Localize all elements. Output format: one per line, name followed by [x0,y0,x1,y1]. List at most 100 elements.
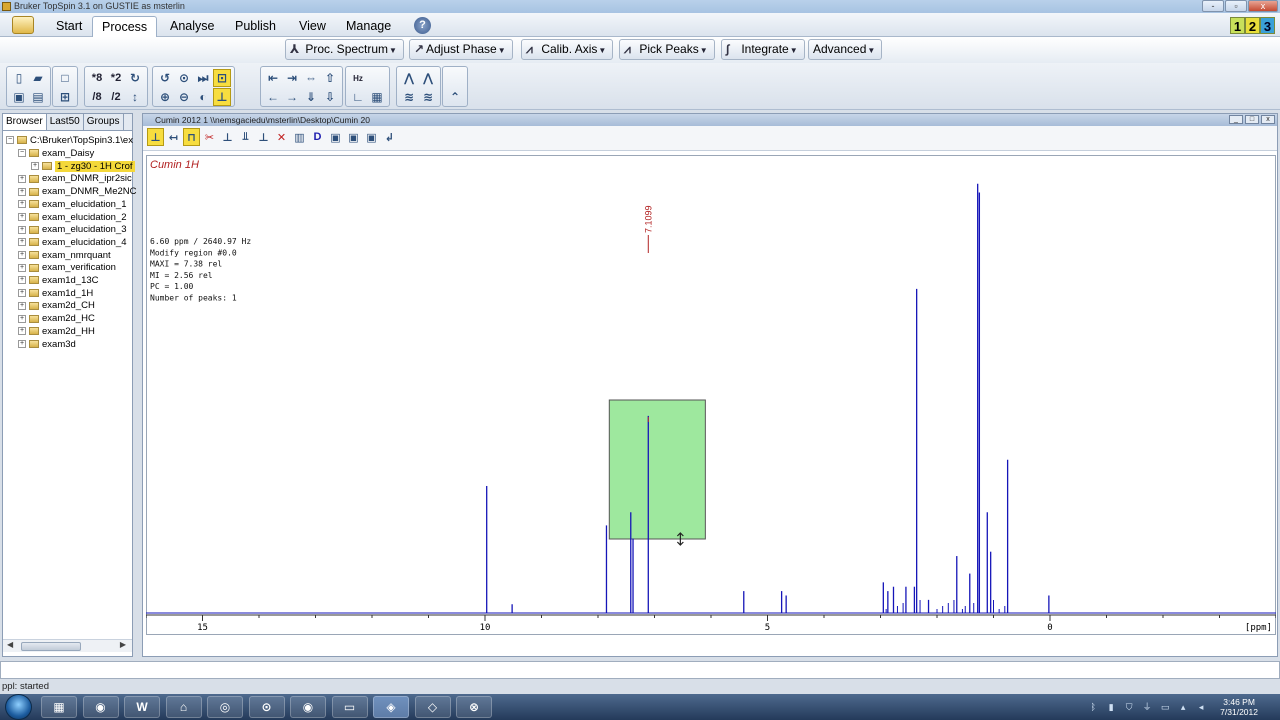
zoom-fit-icon[interactable]: ⊙ [175,69,193,87]
adjust-phase-button[interactable]: ↗ Adjust Phase▼ [409,39,513,60]
volume-icon[interactable]: ◂ [1196,702,1206,712]
return-icon[interactable]: ↤ [165,128,182,146]
taskbar-app-icon[interactable]: ⊙ [248,696,285,718]
shift-left-icon[interactable]: ← [264,88,282,106]
scale-up-2-button[interactable]: *2 [107,69,125,87]
open-folder-icon[interactable]: ▰ [29,69,47,87]
expand-icon[interactable]: + [18,212,26,221]
tree-item[interactable]: + exam_nmrquant [18,250,111,262]
tree-item[interactable]: + exam_elucidation_3 [18,224,127,236]
shift-right-far-icon[interactable]: ⇥ [283,69,301,87]
expand-icon[interactable]: + [18,174,26,183]
shift-center-icon[interactable]: ⇔ [302,69,320,87]
tree-item[interactable]: + exam_DNMR_ipr2sic [18,173,132,185]
menu-view[interactable]: View [299,17,326,35]
axis-icon[interactable]: ∟ [349,88,367,106]
shift-up-icon[interactable]: ⇧ [321,69,339,87]
topspin-menu-icon[interactable] [12,16,34,34]
tree-item-selected[interactable]: +1 - zg30 - 1H Crof [31,160,135,173]
expand-icon[interactable]: + [18,339,26,348]
save-icon[interactable]: ▣ [10,88,28,106]
tree-item[interactable]: + exam1d_13C [18,275,99,287]
shift-left-far-icon[interactable]: ⇤ [264,69,282,87]
clock[interactable]: 3:46 PM 7/31/2012 [1220,697,1258,717]
security-icon[interactable]: ⛉ [1124,702,1134,712]
tree-item[interactable]: + exam_elucidation_4 [18,237,127,249]
menu-analyse[interactable]: Analyse [170,17,214,35]
command-line-input[interactable] [0,661,1280,679]
zoom-previous-icon[interactable]: ◐ [194,88,212,106]
print-icon[interactable]: ▤ [29,88,47,106]
shift-baseline-icon[interactable]: ⇓ [302,88,320,106]
zoom-out-icon[interactable]: ⊖ [175,88,193,106]
usb-icon[interactable]: ⏚ [1142,702,1152,712]
bluetooth-icon[interactable]: ᛒ [1088,702,1098,712]
expand-icon[interactable]: + [18,263,26,272]
define-region-icon[interactable]: ⊥ [147,128,164,146]
overlay-icon[interactable]: ≋ [400,88,418,106]
display-peaks-icon[interactable]: D [309,128,326,146]
pick-peaks-icon[interactable]: ⫫ [237,128,254,146]
modify-region-icon[interactable]: ⊓ [183,128,200,146]
tree-item[interactable]: + exam2d_CH [18,300,95,312]
close-button[interactable]: x [1248,0,1278,12]
shift-down-icon[interactable]: ⇩ [321,88,339,106]
taskbar-app-icon[interactable]: ⌂ [165,696,202,718]
expand-icon[interactable]: + [18,276,26,285]
tree-item[interactable]: + exam2d_HC [18,313,95,325]
tree-item[interactable]: + exam_elucidation_1 [18,199,127,211]
axis-hz-ppm-button[interactable]: Hz [349,69,367,87]
expand-icon[interactable]: + [18,289,26,298]
taskbar-app-icon[interactable]: ◎ [207,696,243,718]
menu-manage[interactable]: Manage [346,17,391,35]
expand-icon[interactable]: + [18,327,26,336]
expand-icon[interactable]: + [18,200,26,209]
taskbar-console-icon[interactable]: ▭ [331,696,368,718]
menu-publish[interactable]: Publish [235,17,276,35]
pick-peak-icon[interactable]: ⊥ [219,128,236,146]
shift-right-icon[interactable]: → [283,88,301,106]
zoom-reset-icon[interactable]: ↺ [156,69,174,87]
collapse-icon[interactable]: − [6,136,14,145]
maximize-button[interactable]: ▫ [1225,0,1247,12]
grid-view-icon[interactable]: ⊞ [56,88,74,106]
manual-peak-icon[interactable]: ⊥ [255,128,272,146]
maximize-button[interactable]: □ [1245,115,1259,124]
expand-icon[interactable]: + [18,238,26,247]
new-file-icon[interactable]: ▯ [10,69,28,87]
taskbar-word-icon[interactable]: W [124,696,160,718]
compare-icon[interactable]: ≋ [419,88,437,106]
advanced-button[interactable]: Advanced▼ [808,39,883,60]
save-as-icon[interactable]: ▣ [345,128,362,146]
exit-peak-pick-icon[interactable]: ↲ [381,128,398,146]
spectrum-svg[interactable]: 15 10 5 0 [ppm] Cumin 1H 6.60 ppm / 2640.97 Hz… [145,155,1277,635]
export-icon[interactable]: ▣ [363,128,380,146]
collapse-icon[interactable]: − [18,149,26,158]
tab-groups[interactable]: Groups [84,114,124,130]
horizontal-scrollbar[interactable]: ◀ ▶ [3,639,132,652]
menu-process[interactable]: Process [92,16,158,37]
layout-1-button[interactable]: 1 [1230,17,1245,34]
save-regions-icon[interactable]: ▣ [327,128,344,146]
expand-icon[interactable]: + [18,314,26,323]
wifi-icon[interactable]: ▴ [1178,702,1188,712]
minimize-button[interactable]: _ [1229,115,1243,124]
delete-peaks-icon[interactable]: ✕ [273,128,290,146]
scroll-left-icon[interactable]: ◀ [7,640,13,649]
calib-axis-button[interactable]: ⩘ Calib. Axis▼ [521,39,614,60]
scale-down-2-button[interactable]: /2 [107,88,125,106]
layout-3-button[interactable]: 3 [1260,17,1275,34]
tree-item[interactable]: + exam_elucidation_2 [18,212,127,224]
start-orb-icon[interactable] [5,694,32,720]
grid-icon[interactable]: ▦ [368,88,386,106]
tree-item[interactable]: + exam3d [18,339,76,351]
tree-item[interactable]: + exam1d_1H [18,288,93,300]
expand-icon[interactable]: + [18,225,26,234]
scale-down-8-button[interactable]: /8 [88,88,106,106]
stack-icon[interactable]: ⋀ [419,69,437,87]
zoom-area-icon[interactable]: ⊥ [213,88,231,106]
display-icon[interactable]: ▭ [1160,702,1170,712]
scroll-right-icon[interactable]: ▶ [120,640,126,649]
delete-region-icon[interactable]: ✂ [201,128,218,146]
full-view-icon[interactable]: □ [56,69,74,87]
